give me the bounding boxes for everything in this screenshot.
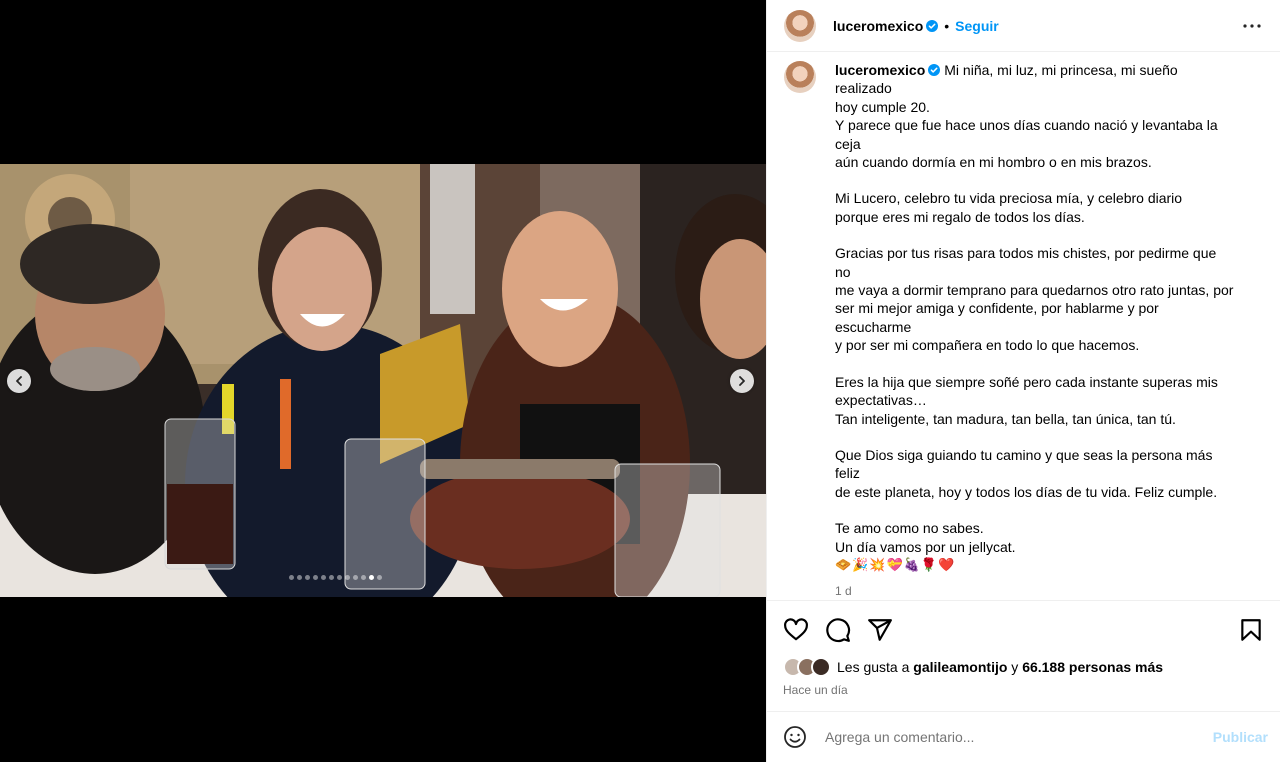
more-options-button[interactable] xyxy=(1240,14,1264,38)
carousel-dot xyxy=(289,575,294,580)
share-icon[interactable] xyxy=(867,617,893,643)
caption-time[interactable]: 1 d xyxy=(835,582,1235,599)
caption-paragraph: Eres la hija que siempre soñé pero cada … xyxy=(835,373,1235,428)
post-header: luceromexico • Seguir xyxy=(767,0,1280,52)
caption-line: Tan inteligente, tan madura, tan bella, … xyxy=(835,410,1176,427)
more-options-icon xyxy=(1243,23,1261,28)
carousel-dot xyxy=(329,575,334,580)
chevron-right-icon xyxy=(739,376,745,386)
carousel-dot xyxy=(345,575,350,580)
caption-line: Y parece que fue hace unos días cuando n… xyxy=(835,117,1218,152)
likes-text: Les gusta a galileamontijo y 66.188 pers… xyxy=(837,659,1164,675)
posted-time[interactable]: Hace un día xyxy=(783,683,1264,697)
caption: luceromexico Mi niña, mi luz, mi princesa… xyxy=(784,61,1264,599)
caption-line: luceromexico Mi niña, mi luz, mi princesa… xyxy=(835,62,1178,97)
verified-badge-icon xyxy=(928,64,941,76)
carousel-prev-button[interactable] xyxy=(7,369,31,393)
caption-line: de este planeta, hoy y todos los días de… xyxy=(835,483,1218,500)
header-separator: • xyxy=(944,17,950,34)
caption-line: y por ser mi compañera en todo lo que ha… xyxy=(835,337,1140,354)
add-comment-bar: Publicar xyxy=(767,711,1280,762)
liker-username[interactable]: galileamontijo xyxy=(913,659,1007,675)
caption-line: Que Dios siga guiando tu camino y que se… xyxy=(835,446,1213,482)
caption-body: luceromexico Mi niña, mi luz, mi princesa… xyxy=(835,61,1235,599)
caption-paragraph: Te amo como no sabes. Un día vamos por un… xyxy=(835,519,1235,556)
emoji-icon[interactable] xyxy=(783,725,807,749)
carousel-dot xyxy=(377,575,382,580)
carousel-dot xyxy=(369,575,374,580)
publish-button[interactable]: Publicar xyxy=(1213,729,1268,745)
carousel-dot xyxy=(297,575,302,580)
post-photo[interactable] xyxy=(0,164,766,597)
save-icon[interactable] xyxy=(1238,617,1264,643)
carousel-next-button[interactable] xyxy=(730,369,754,393)
action-icons-bar xyxy=(783,617,1264,643)
carousel-dot xyxy=(305,575,310,580)
carousel-dot xyxy=(313,575,318,580)
caption-line: ser mi mejor amiga y confidente, por hab… xyxy=(835,300,1159,335)
caption-paragraph: Gracias por tus risas para todos mis chi… xyxy=(835,244,1235,354)
comment-icon[interactable] xyxy=(825,617,851,643)
likes-summary: Les gusta a galileamontijo y 66.188 pers… xyxy=(783,657,1264,677)
heart-icon[interactable] xyxy=(783,617,809,643)
carousel-indicator xyxy=(289,575,382,580)
caption-line: Mi Lucero, celebro tu vida preciosa mía,… xyxy=(835,190,1183,207)
media-area xyxy=(0,0,766,762)
caption-paragraph: Que Dios siga guiando tu camino y que se… xyxy=(835,446,1235,501)
author-avatar[interactable] xyxy=(784,9,816,42)
comments-list[interactable]: luceromexico Mi niña, mi luz, mi princesa… xyxy=(767,53,1280,599)
caption-paragraph: luceromexico Mi niña, mi luz, mi princesa… xyxy=(835,61,1235,171)
follow-button[interactable]: Seguir xyxy=(955,18,999,34)
author-username[interactable]: luceromexico xyxy=(833,18,939,34)
chevron-left-icon xyxy=(16,376,22,386)
comment-input[interactable] xyxy=(825,729,1213,745)
caption-line: expectativas… xyxy=(835,392,927,409)
carousel-dot xyxy=(321,575,326,580)
caption-line: me vaya a dormir temprano para quedarnos… xyxy=(835,282,1234,299)
post-side-panel: luceromexico • Seguir luceromexico Mi niñ… xyxy=(766,0,1280,762)
caption-line: Te amo como no sabes. xyxy=(835,520,984,537)
caption-line: Gracias por tus risas para todos mis chi… xyxy=(835,245,1217,280)
post-dialog: luceromexico • Seguir luceromexico Mi niñ… xyxy=(0,0,1280,762)
caption-line: aún cuando dormía en mi hombro o en mis … xyxy=(835,154,1152,171)
caption-username[interactable]: luceromexico xyxy=(835,62,925,78)
caption-line: hoy cumple 20. xyxy=(835,98,930,115)
likes-count[interactable]: 66.188 personas más xyxy=(1022,659,1163,675)
caption-line: porque eres mi regalo de todos los días. xyxy=(835,208,1085,225)
caption-emojis: 🧇🎉💥💝🍇🌹❤️ xyxy=(835,556,956,572)
caption-paragraph: Mi Lucero, celebro tu vida preciosa mía,… xyxy=(835,189,1235,226)
caption-line: Un día vamos por un jellycat. xyxy=(835,538,1016,555)
post-actions: Les gusta a galileamontijo y 66.188 pers… xyxy=(767,600,1280,697)
carousel-dot xyxy=(353,575,358,580)
caption-line: Eres la hija que siempre soñé pero cada … xyxy=(835,373,1218,390)
likers-avatars[interactable] xyxy=(783,657,831,677)
verified-badge-icon xyxy=(926,19,939,32)
carousel-dot xyxy=(361,575,366,580)
caption-author-avatar[interactable] xyxy=(784,61,816,93)
carousel-dot xyxy=(337,575,342,580)
